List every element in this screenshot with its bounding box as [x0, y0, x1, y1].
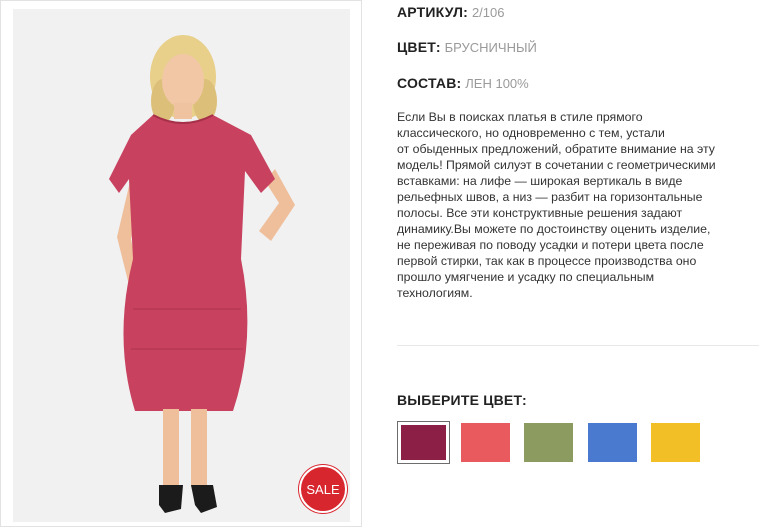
swatch-fill [524, 423, 573, 462]
color-swatch-brusnichny[interactable] [397, 421, 450, 464]
swatch-fill [651, 423, 700, 462]
product-photo[interactable] [13, 9, 350, 522]
product-description: Если Вы в поисках платья в стиле прямого… [397, 109, 759, 301]
article-label: АРТИКУЛ: [397, 4, 469, 20]
description-line: первой стирки, так как в процессе произв… [397, 254, 697, 268]
description-line: классического, но одновременно с тем, ус… [397, 126, 665, 140]
color-label: ЦВЕТ: [397, 39, 441, 55]
article-value: 2/106 [471, 5, 505, 20]
description-line: технологиям. [397, 286, 473, 300]
sale-badge: SALE [299, 465, 347, 513]
product-photo-frame: SALE [0, 0, 362, 527]
color-swatch-coral[interactable] [461, 423, 510, 462]
description-line: вставками: на лифе — широкая вертикаль в… [397, 174, 683, 188]
divider [397, 345, 759, 346]
color-swatch-yellow[interactable] [651, 423, 700, 462]
swatch-fill [401, 425, 446, 460]
color-picker-title: ВЫБЕРИТЕ ЦВЕТ: [397, 392, 527, 408]
composition-label: СОСТАВ: [397, 75, 462, 91]
article-row: АРТИКУЛ: 2/106 [397, 4, 504, 20]
color-swatch-blue[interactable] [588, 423, 637, 462]
composition-row: СОСТАВ: ЛЕН 100% [397, 75, 529, 91]
swatch-fill [461, 423, 510, 462]
sale-badge-label: SALE [306, 481, 340, 497]
color-swatch-olive[interactable] [524, 423, 573, 462]
description-line: Если Вы в поисках платья в стиле прямого [397, 110, 643, 124]
description-line: рельефных швов, а низ — разбит на горизо… [397, 190, 703, 204]
description-line: модель! Прямой силуэт в сочетании с геом… [397, 158, 716, 172]
color-value: БРУСНИЧНЫЙ [444, 40, 537, 55]
dress-model-image [13, 9, 350, 522]
description-line: динамику.Вы можете по достоинству оценит… [397, 222, 711, 236]
description-line: не переживая по поводу усадки и потери ц… [397, 238, 704, 252]
description-line: полосы. Все эти конструктивные решения з… [397, 206, 683, 220]
color-row: ЦВЕТ: БРУСНИЧНЫЙ [397, 39, 537, 55]
composition-value: ЛЕН 100% [465, 76, 529, 91]
description-line: прошло умягчение и усадку по специальным [397, 270, 655, 284]
description-line: от обыденных предложений, обратите внима… [397, 142, 715, 156]
swatch-fill [588, 423, 637, 462]
